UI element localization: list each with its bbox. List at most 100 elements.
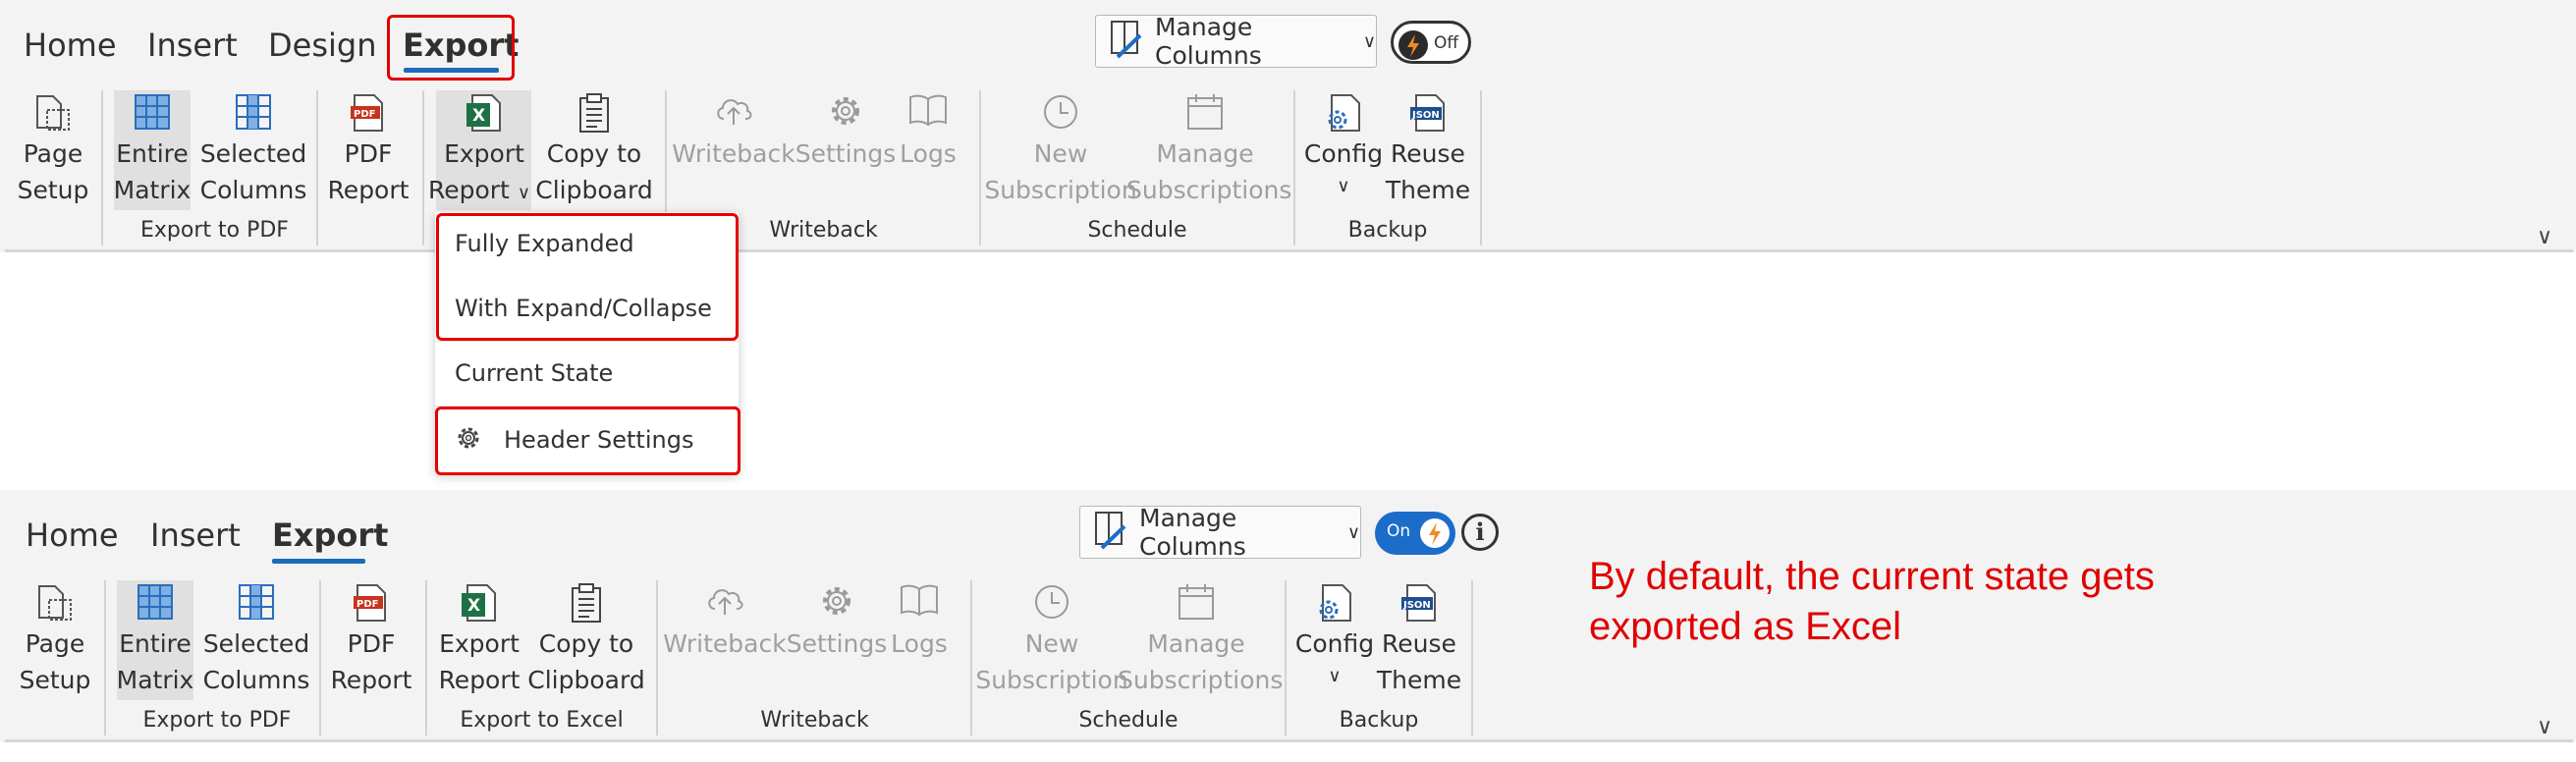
clock-icon (1032, 582, 1071, 626)
export-report-label-text: Report (427, 176, 510, 204)
highlight-box-expand-options (436, 213, 739, 341)
gear-icon (827, 92, 864, 134)
calendar-icon (1177, 582, 1216, 626)
clipboard-icon (575, 92, 613, 137)
calendar-icon (1185, 92, 1225, 136)
matrix-grid-icon (136, 582, 175, 626)
json-file-icon: JSON (1408, 92, 1448, 137)
ribbon-top: Home Insert Design Export Manage Columns… (0, 0, 2576, 252)
group-separator (1293, 90, 1295, 245)
manage-columns-icon (1094, 511, 1127, 554)
tab-home[interactable]: Home (24, 27, 117, 64)
manage-columns-icon (1110, 20, 1143, 63)
page-setup-icon (33, 92, 73, 137)
menu-separator (435, 341, 739, 342)
tab-export[interactable]: Export (272, 517, 388, 554)
reuse-theme-label-1: Reuse (1382, 629, 1456, 658)
excel-file-icon: X (465, 92, 504, 137)
pdf-file-icon: PDF (349, 92, 388, 137)
chevron-down-icon: ∨ (1346, 521, 1360, 543)
tab-design[interactable]: Design (268, 27, 376, 64)
book-icon (899, 582, 940, 622)
group-label-backup: Backup (1339, 708, 1419, 733)
manage-subscriptions-label-2: Subscriptions (1118, 666, 1284, 694)
new-subscription-label-1: New (1024, 629, 1079, 658)
group-separator (970, 580, 972, 735)
group-label-schedule: Schedule (1087, 218, 1187, 243)
group-separator (425, 580, 427, 735)
copy-to-clipboard-label-2: Clipboard (527, 666, 645, 694)
svg-text:X: X (467, 596, 480, 616)
lightning-toggle[interactable]: On (1375, 512, 1455, 555)
group-separator (656, 580, 658, 735)
reuse-theme-label-2: Theme (1376, 666, 1462, 694)
group-label-export-to-excel: Export to Excel (460, 708, 624, 733)
group-separator (979, 90, 981, 245)
tab-home[interactable]: Home (26, 517, 119, 554)
ribbon-bottom: Home Insert Export Manage Columns ∨ On i… (0, 490, 2576, 742)
config-file-icon (1315, 582, 1354, 627)
group-separator (1285, 580, 1287, 735)
copy-to-clipboard-label-2: Clipboard (535, 176, 653, 204)
group-label-backup: Backup (1347, 218, 1428, 243)
clipboard-icon (568, 582, 605, 627)
toggle-state-label: On (1387, 521, 1411, 541)
group-label-export-to-pdf: Export to PDF (140, 218, 289, 243)
group-separator (1480, 90, 1482, 245)
lightning-icon (1420, 518, 1450, 548)
config-file-icon (1324, 92, 1363, 137)
toggle-state-label: Off (1434, 33, 1459, 53)
tab-insert[interactable]: Insert (150, 517, 241, 554)
lightning-toggle[interactable]: Off (1391, 21, 1471, 64)
chevron-down-icon: ∨ (1362, 30, 1376, 52)
json-file-icon: JSON (1399, 582, 1439, 627)
ribbon-border (5, 739, 2573, 742)
new-subscription-label-2: Subscription (975, 666, 1128, 694)
collapse-ribbon-icon[interactable]: ∨ (2537, 715, 2552, 739)
book-icon (907, 92, 949, 132)
svg-text:X: X (472, 106, 485, 126)
ribbon-border (5, 249, 2573, 252)
highlight-box-header-settings (435, 407, 740, 475)
svg-text:PDF: PDF (356, 599, 378, 610)
info-icon[interactable]: i (1461, 514, 1499, 551)
cloud-upload-icon (713, 92, 754, 132)
copy-to-clipboard-label-1: Copy to (546, 139, 642, 168)
manage-columns-label: Manage Columns (1139, 504, 1246, 561)
group-separator (1471, 580, 1473, 735)
pdf-file-icon: PDF (352, 582, 391, 627)
reuse-theme-label-1: Reuse (1391, 139, 1465, 168)
columns-grid-icon (234, 92, 273, 136)
copy-to-clipboard-label-1: Copy to (538, 629, 634, 658)
svg-text:JSON: JSON (1411, 110, 1440, 121)
cloud-upload-icon (704, 582, 745, 622)
svg-text:JSON: JSON (1402, 600, 1431, 611)
new-subscription-label-1: New (1033, 139, 1088, 168)
group-separator (422, 90, 424, 245)
manage-columns-button[interactable]: Manage Columns ∨ (1079, 504, 1361, 561)
excel-file-icon: X (460, 582, 499, 627)
group-label-schedule: Schedule (1078, 708, 1178, 733)
annotation-note: By default, the current state gets expor… (1589, 555, 2155, 648)
highlight-box-export-tab (387, 15, 515, 81)
lightning-icon (1398, 30, 1428, 60)
page-setup-icon (35, 582, 75, 627)
manage-columns-button[interactable]: Manage Columns ∨ (1095, 13, 1377, 70)
menu-item-current-state[interactable]: Current State (455, 359, 613, 387)
active-tab-indicator (272, 559, 365, 564)
manage-columns-label: Manage Columns (1155, 13, 1262, 70)
reuse-theme-label-2: Theme (1385, 176, 1471, 204)
gear-icon (818, 582, 855, 624)
columns-grid-icon (237, 582, 276, 626)
collapse-ribbon-icon[interactable]: ∨ (2537, 225, 2552, 249)
svg-text:PDF: PDF (354, 109, 375, 120)
tab-insert[interactable]: Insert (147, 27, 238, 64)
manage-subscriptions-label-1: Manage (1147, 629, 1245, 658)
clock-icon (1041, 92, 1080, 136)
group-label-export-to-pdf: Export to PDF (142, 708, 292, 733)
manage-subscriptions-label-2: Subscriptions (1126, 176, 1292, 204)
matrix-grid-icon (133, 92, 172, 136)
group-label-writeback: Writeback (760, 708, 869, 733)
new-subscription-label-2: Subscription (984, 176, 1137, 204)
manage-subscriptions-label-1: Manage (1156, 139, 1254, 168)
